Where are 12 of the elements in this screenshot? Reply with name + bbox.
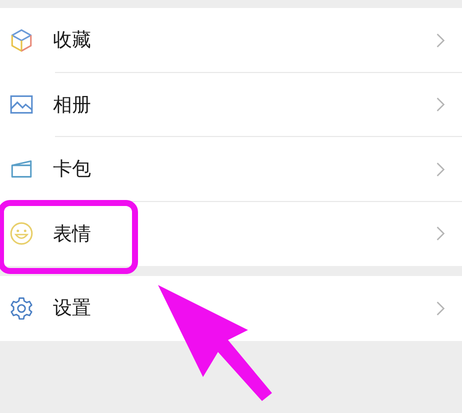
settings-icon (9, 296, 34, 321)
chevron-icon (436, 97, 445, 112)
chevron-icon (436, 32, 445, 48)
chevron-icon (436, 162, 445, 177)
smiley-icon (9, 221, 34, 246)
chevron-icon (436, 226, 445, 242)
menu-item-label[interactable]: 收藏 (53, 27, 436, 54)
chevron-icon (436, 300, 445, 316)
menu-item-label[interactable]: 相册 (53, 92, 436, 118)
cube-icon (9, 28, 34, 53)
menu-item-label[interactable]: 表情 (53, 220, 436, 247)
menu-item-label[interactable]: 卡包 (53, 156, 436, 182)
